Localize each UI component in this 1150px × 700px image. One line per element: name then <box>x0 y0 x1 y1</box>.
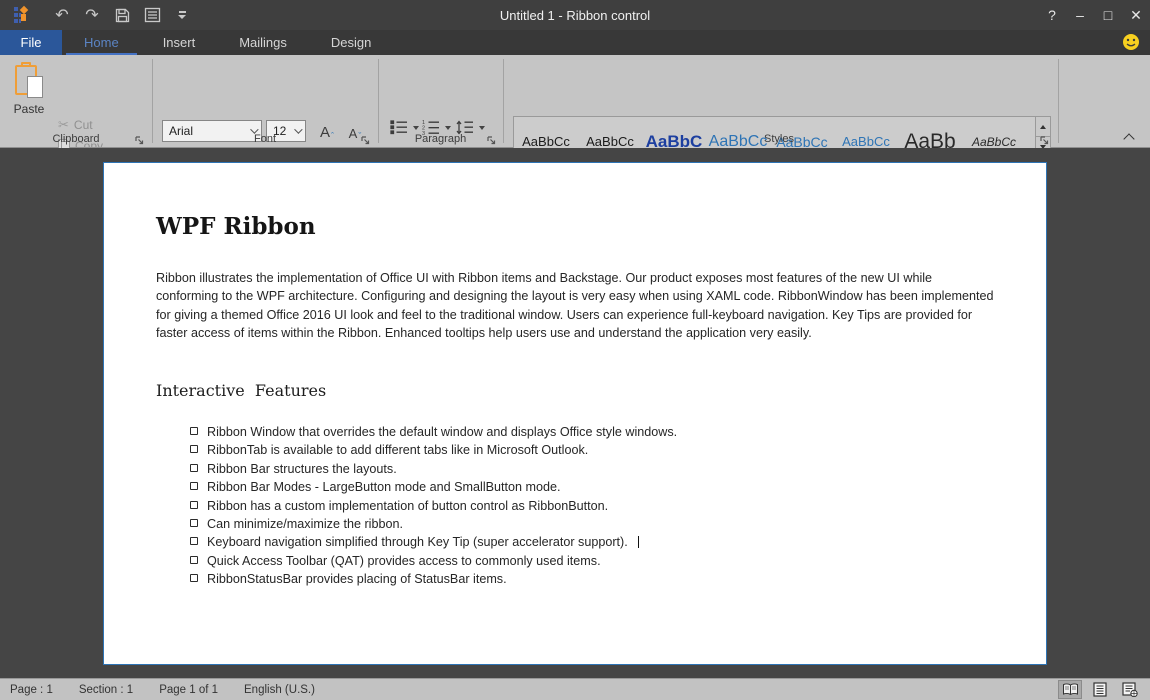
list-item: Ribbon has a custom implementation of bu… <box>190 497 677 515</box>
tab-design[interactable]: Design <box>309 30 393 55</box>
chevron-down-icon <box>479 126 485 130</box>
ribbon-tab-row: File Home Insert Mailings Design <box>0 30 1150 55</box>
square-bullet-icon <box>190 537 198 545</box>
tab-file[interactable]: File <box>0 30 62 55</box>
paragraph-group-label: Paragraph <box>378 133 503 145</box>
font-group-label: Font <box>152 133 378 145</box>
square-bullet-icon <box>190 464 198 472</box>
redo-icon[interactable]: ↷ <box>80 4 104 26</box>
chevron-down-icon <box>445 126 451 130</box>
title-bar: ↶ ↷ Untitled 1 - Ribbon control ? – □ ✕ <box>0 0 1150 30</box>
chevron-down-icon <box>413 126 419 130</box>
smiley-icon[interactable] <box>1122 33 1140 51</box>
square-bullet-icon <box>190 482 198 490</box>
minimize-button[interactable]: – <box>1066 0 1094 30</box>
ribbon-window: { "window": { "title": "Untitled 1 - Rib… <box>0 0 1150 700</box>
quick-access-toolbar: ↶ ↷ <box>50 4 186 26</box>
document-paragraph: Ribbon illustrates the implementation of… <box>156 269 996 343</box>
print-layout-icon[interactable] <box>1088 680 1112 699</box>
save-icon[interactable] <box>110 4 134 26</box>
read-mode-icon[interactable] <box>1058 680 1082 699</box>
tab-insert[interactable]: Insert <box>141 30 218 55</box>
clipboard-dialog-launcher-icon[interactable] <box>134 133 145 144</box>
undo-icon[interactable]: ↶ <box>50 4 74 26</box>
styles-group-label: Styles <box>503 133 1055 145</box>
window-controls: ? – □ ✕ <box>1038 0 1150 30</box>
list-item: Can minimize/maximize the ribbon. <box>190 515 677 533</box>
font-dialog-launcher-icon[interactable] <box>360 133 371 144</box>
paste-icon <box>15 64 43 98</box>
tab-mailings[interactable]: Mailings <box>217 30 309 55</box>
collapse-ribbon-icon[interactable] <box>1125 132 1134 141</box>
cut-icon: ✂ <box>58 117 69 133</box>
square-bullet-icon <box>190 501 198 509</box>
square-bullet-icon <box>190 427 198 435</box>
clipboard-group-label: Clipboard <box>0 133 152 145</box>
list-item: Quick Access Toolbar (QAT) provides acce… <box>190 552 677 570</box>
qat-customize-dropdown-icon[interactable] <box>178 11 186 19</box>
list-item: RibbonTab is available to add different … <box>190 441 677 459</box>
document-subheading: Interactive Features <box>156 381 326 400</box>
document-page[interactable]: WPF Ribbon Ribbon illustrates the implem… <box>103 162 1047 665</box>
paragraph-dialog-launcher-icon[interactable] <box>486 133 497 144</box>
document-title: WPF Ribbon <box>156 213 316 240</box>
help-button[interactable]: ? <box>1038 0 1066 30</box>
list-item: Ribbon Bar structures the layouts. <box>190 460 677 478</box>
list-item: Ribbon Window that overrides the default… <box>190 423 677 441</box>
square-bullet-icon <box>190 519 198 527</box>
list-item: Keyboard navigation simplified through K… <box>190 533 677 551</box>
status-section[interactable]: Section : 1 <box>79 684 133 696</box>
web-layout-icon[interactable] <box>1118 680 1142 699</box>
close-button[interactable]: ✕ <box>1122 0 1150 30</box>
square-bullet-icon <box>190 445 198 453</box>
view-switcher <box>1058 680 1142 699</box>
status-page-of[interactable]: Page 1 of 1 <box>159 684 218 696</box>
paste-button[interactable]: Paste <box>8 62 50 132</box>
feature-list: Ribbon Window that overrides the default… <box>190 423 677 589</box>
touch-mode-icon[interactable] <box>140 4 164 26</box>
status-bar: Page : 1 Section : 1 Page 1 of 1 English… <box>0 678 1150 700</box>
maximize-button[interactable]: □ <box>1094 0 1122 30</box>
document-area[interactable]: WPF Ribbon Ribbon illustrates the implem… <box>0 148 1150 678</box>
status-page[interactable]: Page : 1 <box>10 684 53 696</box>
paste-label: Paste <box>14 102 45 116</box>
text-cursor <box>638 536 639 548</box>
list-item: RibbonStatusBar provides placing of Stat… <box>190 570 677 588</box>
tab-home[interactable]: Home <box>62 30 141 55</box>
ribbon: Paste ✂ Cut Copy Format Painter Clipboar… <box>0 55 1150 148</box>
app-logo-icon[interactable] <box>14 7 30 23</box>
list-item: Ribbon Bar Modes - LargeButton mode and … <box>190 478 677 496</box>
styles-dialog-launcher-icon[interactable] <box>1039 133 1050 144</box>
square-bullet-icon <box>190 556 198 564</box>
status-language[interactable]: English (U.S.) <box>244 684 315 696</box>
cut-button[interactable]: ✂ Cut <box>58 115 93 134</box>
square-bullet-icon <box>190 574 198 582</box>
